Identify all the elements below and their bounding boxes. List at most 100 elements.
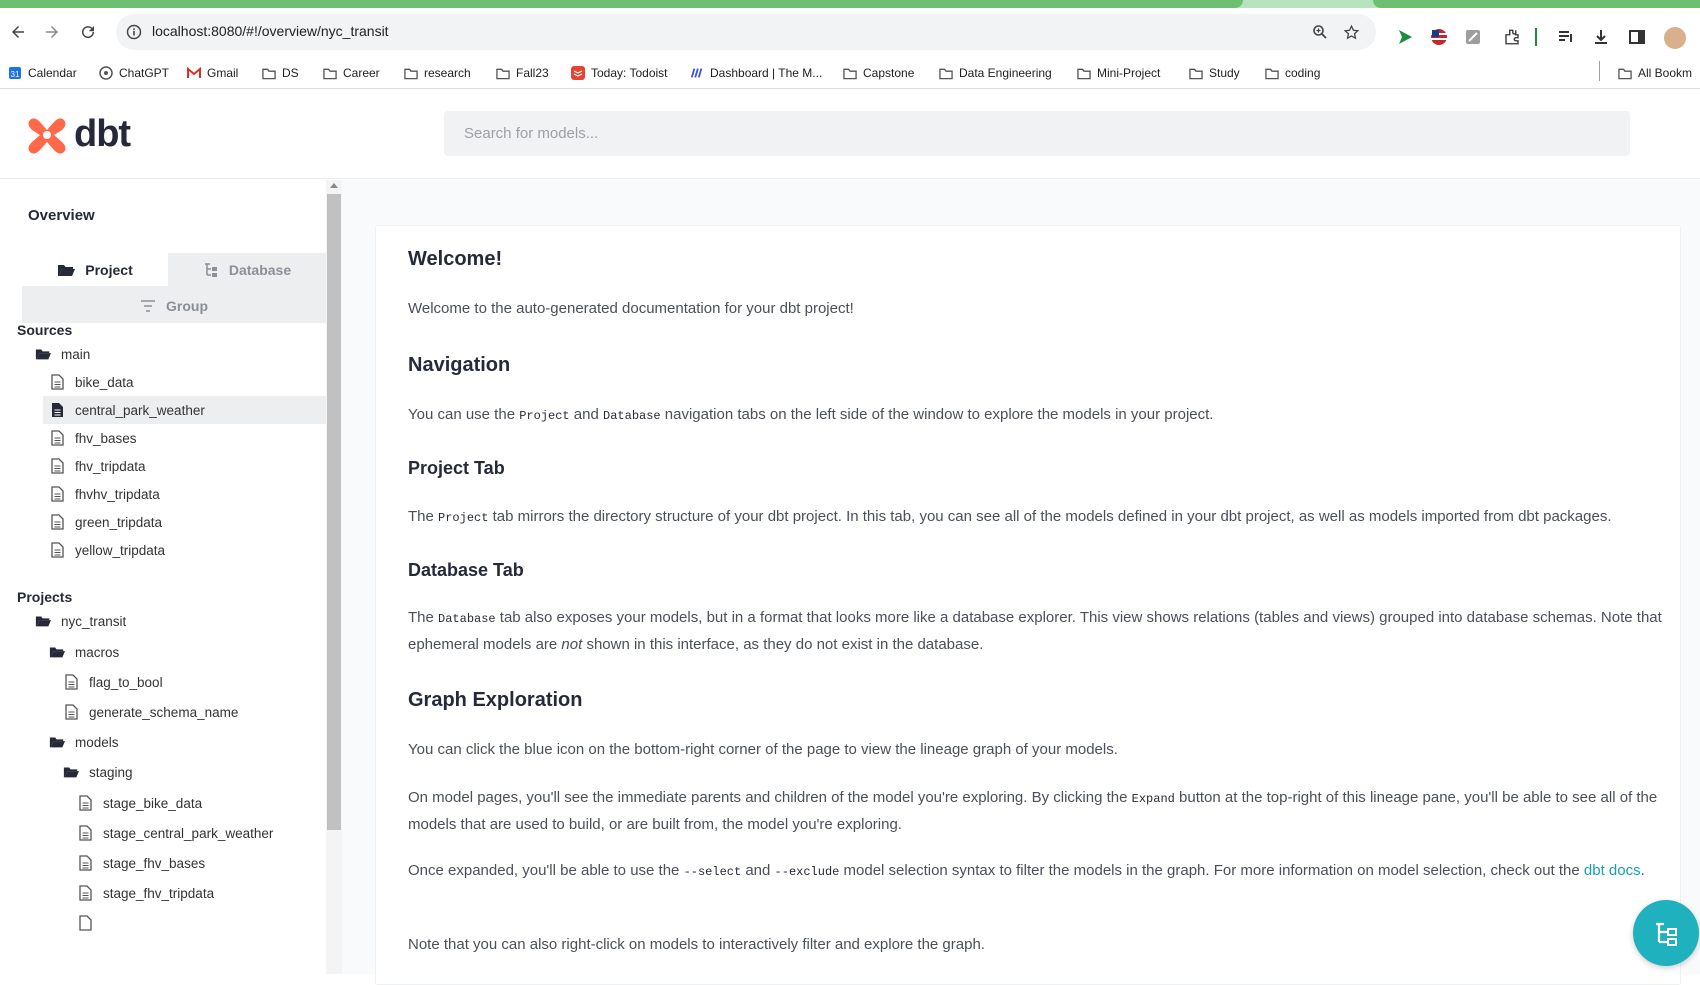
download-icon[interactable]: [1590, 26, 1612, 48]
tree-item-source[interactable]: green_tripdata: [49, 508, 162, 536]
sidebar-overview-link[interactable]: Overview: [28, 207, 95, 224]
bookmark-dashboard[interactable]: Dashboard | The M...: [690, 62, 822, 84]
tree-folder-staging[interactable]: staging: [63, 758, 133, 786]
bookmark-label: Study: [1209, 66, 1240, 80]
tree-item-model[interactable]: stage_central_park_weather: [77, 819, 273, 847]
bookmark-gmail[interactable]: Gmail: [187, 62, 238, 84]
dbt-logo[interactable]: dbt: [26, 113, 131, 156]
bookmark-ds[interactable]: DS: [262, 62, 299, 84]
filter-lines-icon: [141, 299, 155, 312]
bookmark-chatgpt[interactable]: ChatGPT: [99, 62, 169, 84]
file-icon: [49, 486, 65, 502]
lineage-graph-button[interactable]: [1633, 900, 1699, 966]
file-icon: [63, 674, 79, 690]
flag-extension-icon[interactable]: [1428, 26, 1450, 48]
file-icon: [77, 795, 93, 811]
welcome-heading: Welcome!: [408, 248, 503, 270]
app-header: dbt: [0, 89, 1700, 179]
active-tab-bar[interactable]: [0, 0, 1243, 8]
tree-folder-models[interactable]: models: [49, 728, 119, 756]
browser-chrome: localhost:8080/#!/overview/nyc_transit 3…: [0, 0, 1700, 89]
tree-item-label: bike_data: [75, 374, 134, 390]
tree-item-macro[interactable]: generate_schema_name: [63, 698, 238, 726]
folder-icon: [1618, 66, 1632, 80]
tab-database[interactable]: Database: [168, 253, 326, 286]
zoom-icon[interactable]: [1310, 22, 1330, 42]
bookmark-career[interactable]: Career: [323, 62, 380, 84]
chatgpt-icon: [99, 66, 113, 80]
tree-item-model[interactable]: stage_fhv_bases: [77, 849, 205, 877]
bookmark-coding[interactable]: coding: [1265, 62, 1320, 84]
dbt-docs-link[interactable]: dbt docs: [1584, 862, 1641, 879]
bookmark-data-engineering[interactable]: Data Engineering: [939, 62, 1052, 84]
tab-strip: [0, 0, 1700, 8]
tree-item-model[interactable]: stage_fhv_tripdata: [77, 879, 214, 907]
text-span: model selection syntax to filter the mod…: [839, 862, 1584, 879]
tab-project[interactable]: Project: [22, 253, 168, 286]
tree-item-label: central_park_weather: [75, 402, 205, 418]
inactive-tab-bar[interactable]: [1373, 0, 1700, 8]
bookmark-study[interactable]: Study: [1189, 62, 1240, 84]
bookmark-label: All Bookm: [1638, 66, 1693, 80]
sidebar: Overview Project Database Group Sources …: [0, 180, 327, 974]
file-icon: [77, 825, 93, 841]
address-bar[interactable]: localhost:8080/#!/overview/nyc_transit: [116, 14, 1376, 50]
graph-exploration-heading: Graph Exploration: [408, 689, 583, 711]
dashboard-icon: [690, 66, 704, 80]
navigation-heading: Navigation: [408, 354, 511, 376]
folder-icon: [1189, 66, 1203, 80]
back-button[interactable]: [4, 18, 32, 46]
tree-item-label: generate_schema_name: [89, 704, 239, 720]
tree-item-source[interactable]: fhv_tripdata: [49, 452, 146, 480]
scroll-up-arrow-icon[interactable]: [330, 183, 338, 188]
tree-item-source[interactable]: fhvhv_tripdata: [49, 480, 160, 508]
bookmark-fall23[interactable]: Fall23: [496, 62, 549, 84]
bookmark-label: Capstone: [863, 66, 915, 80]
tree-item-model[interactable]: stage_bike_data: [77, 789, 202, 817]
bookmark-label: Fall23: [516, 66, 549, 80]
bookmark-label: DS: [282, 66, 299, 80]
forward-button[interactable]: [38, 18, 66, 46]
bookmark-mini-project[interactable]: Mini-Project: [1077, 62, 1160, 84]
database-tab-heading: Database Tab: [408, 560, 524, 580]
tree-item-source[interactable]: yellow_tripdata: [49, 536, 165, 564]
text-span: The: [408, 609, 439, 626]
graph-text-1: You can click the blue icon on the botto…: [408, 741, 1118, 758]
text-span: and: [741, 862, 775, 879]
database-tree-icon: [204, 262, 217, 277]
tree-item-macro[interactable]: flag_to_bool: [63, 668, 163, 696]
bookmark-calendar[interactable]: 31 Calendar: [8, 62, 77, 84]
tree-item-label: flag_to_bool: [89, 674, 163, 690]
graph-text-2: On model pages, you'll see the immediate…: [408, 785, 1663, 838]
profile-avatar[interactable]: [1664, 27, 1686, 49]
tree-item-source[interactable]: bike_data: [49, 368, 134, 396]
tree-folder-nyc-transit[interactable]: nyc_transit: [35, 607, 126, 635]
bookmark-todoist[interactable]: Today: Todoist: [571, 62, 668, 84]
side-panel-icon[interactable]: [1626, 26, 1648, 48]
bookmark-capstone[interactable]: Capstone: [843, 62, 914, 84]
code-database: Database: [438, 612, 496, 626]
folder-icon: [323, 66, 337, 80]
note-extension-icon[interactable]: [1462, 26, 1484, 48]
text-span: and: [569, 406, 604, 423]
puzzle-extensions-icon[interactable]: [1501, 26, 1523, 48]
tree-item-source[interactable]: fhv_bases: [49, 424, 137, 452]
tree-folder-label: models: [75, 734, 119, 750]
tree-folder-main[interactable]: main: [35, 340, 90, 368]
tree-item-model-partial[interactable]: [77, 909, 93, 937]
tree-item-source-selected[interactable]: central_park_weather: [43, 396, 327, 424]
bookmark-star-icon[interactable]: [1341, 22, 1361, 42]
play-extension-icon[interactable]: [1394, 26, 1416, 48]
tab-group[interactable]: Group: [22, 289, 326, 322]
gmail-icon: [187, 66, 201, 80]
bookmark-all-bookmarks[interactable]: All Bookm: [1618, 62, 1692, 84]
tree-folder-macros[interactable]: macros: [49, 638, 119, 666]
sidebar-scrollbar-thumb[interactable]: [327, 194, 341, 830]
search-input[interactable]: [444, 111, 1630, 156]
bookmark-label: research: [424, 66, 471, 80]
reading-list-icon[interactable]: [1555, 26, 1577, 48]
tree-item-label: stage_fhv_tripdata: [103, 885, 215, 901]
site-info-icon[interactable]: [124, 22, 144, 42]
reload-button[interactable]: [74, 18, 102, 46]
bookmark-research[interactable]: research: [404, 62, 471, 84]
